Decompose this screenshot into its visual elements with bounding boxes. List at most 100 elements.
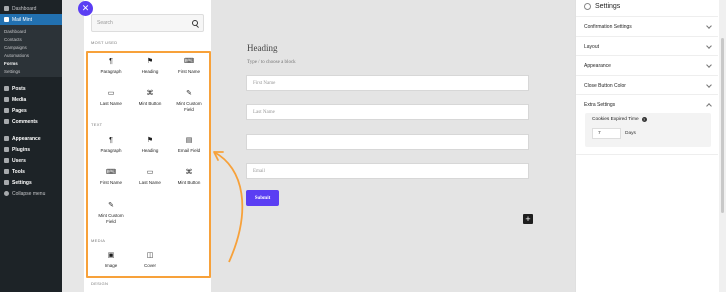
- block-mint-custom-field[interactable]: ✎ Mint Custom Field: [171, 85, 207, 115]
- block-mint-button[interactable]: ⌘ Mint Button: [132, 85, 168, 115]
- close-inserter-button[interactable]: ✕: [78, 1, 93, 16]
- mint-button-icon: ⌘: [146, 89, 154, 97]
- edit-field-icon: ✎: [186, 89, 192, 97]
- cover-icon: ◫: [146, 251, 154, 259]
- email-field[interactable]: Email: [246, 163, 529, 179]
- settings-scrollbar[interactable]: [719, 0, 726, 292]
- plus-icon: +: [525, 214, 531, 224]
- menu-plugins[interactable]: Plugins: [0, 144, 62, 155]
- gear-icon: [584, 2, 591, 10]
- settings-icon: [4, 180, 9, 185]
- menu-mail-mint[interactable]: Mail Mint: [0, 14, 62, 25]
- section-extra-settings[interactable]: Extra Settings: [576, 94, 718, 114]
- cookie-expire-unit: Days: [625, 131, 636, 136]
- block-first-name[interactable]: ⌨ First Name: [171, 53, 207, 83]
- submit-button[interactable]: Submit: [246, 190, 279, 206]
- block-mint-button-text[interactable]: ⌘ Mint Button: [171, 164, 207, 194]
- mail-mint-icon: [4, 17, 9, 22]
- block-image[interactable]: ▣ Image: [93, 247, 129, 277]
- block-heading-text[interactable]: ⚑ Heading: [132, 132, 168, 162]
- form-paragraph-placeholder[interactable]: Type / to choose a block: [247, 60, 296, 65]
- users-icon: [4, 158, 9, 163]
- settings-header: Settings: [584, 0, 620, 12]
- brush-icon: [4, 136, 9, 141]
- form-heading[interactable]: Heading: [247, 43, 278, 53]
- menu-settings[interactable]: Settings: [0, 177, 62, 188]
- dashboard-icon: [4, 6, 9, 11]
- menu-posts[interactable]: Posts: [0, 83, 62, 94]
- close-icon: ✕: [81, 3, 90, 13]
- keyboard-icon: ⌨: [183, 57, 195, 65]
- chevron-down-icon: [706, 61, 712, 68]
- category-text: TEXT: [91, 122, 103, 127]
- chevron-down-icon: [706, 22, 712, 29]
- block-email-field[interactable]: ▤ Email Field: [171, 132, 207, 162]
- block-search-input[interactable]: Search: [91, 14, 204, 32]
- pin-icon: [4, 86, 9, 91]
- block-heading[interactable]: ⚑ Heading: [132, 53, 168, 83]
- cookie-expire-setting: Cookies Expired Time? 7 Days: [585, 113, 711, 147]
- section-close-button-color[interactable]: Close Button Color: [576, 75, 718, 95]
- block-paragraph[interactable]: ¶ Paragraph: [93, 53, 129, 83]
- block-first-name-text[interactable]: ⌨ First Name: [93, 164, 129, 194]
- cookie-expire-label: Cookies Expired Time?: [592, 117, 647, 122]
- comments-icon: [4, 119, 9, 124]
- search-icon: [192, 20, 198, 26]
- mail-mint-submenu: Dashboard Contacts Campaigns Automations…: [0, 25, 62, 77]
- scrollbar-thumb[interactable]: [721, 38, 724, 213]
- paragraph-icon: ¶: [109, 57, 113, 65]
- menu-pages[interactable]: Pages: [0, 105, 62, 116]
- wp-admin-sidebar: Dashboard Mail Mint Dashboard Contacts C…: [0, 0, 62, 292]
- category-media: MEDIA: [91, 238, 106, 243]
- cookie-expire-input[interactable]: 7: [592, 128, 621, 139]
- menu-media[interactable]: Media: [0, 94, 62, 105]
- mint-button-icon: ⌘: [185, 168, 193, 176]
- menu-tools[interactable]: Tools: [0, 166, 62, 177]
- menu-collapse[interactable]: Collapse menu: [0, 188, 62, 199]
- card-icon: ▭: [146, 168, 154, 176]
- category-most-used: MOST USED: [91, 40, 118, 45]
- bookmark-icon: ⚑: [146, 57, 154, 65]
- editor-screen: Dashboard Mail Mint Dashboard Contacts C…: [0, 0, 726, 292]
- bookmark-icon: ⚑: [146, 136, 154, 144]
- block-last-name-text[interactable]: ▭ Last Name: [132, 164, 168, 194]
- help-icon[interactable]: ?: [641, 117, 647, 122]
- image-icon: ▣: [107, 251, 115, 259]
- last-name-field[interactable]: Last Name: [246, 104, 529, 120]
- paragraph-icon: ¶: [109, 136, 113, 144]
- media-icon: [4, 97, 9, 102]
- block-mint-custom-field-text[interactable]: ✎ Mint Custom Field: [93, 197, 129, 227]
- submenu-contacts[interactable]: Contacts: [0, 35, 62, 43]
- category-design: DESIGN: [91, 281, 109, 286]
- add-block-button[interactable]: +: [523, 214, 533, 224]
- wrench-icon: [4, 169, 9, 174]
- keyboard-icon: ⌨: [105, 168, 117, 176]
- collapse-icon: [4, 191, 9, 196]
- card-icon: ▭: [107, 89, 115, 97]
- menu-dashboard[interactable]: Dashboard: [0, 3, 62, 14]
- chevron-down-icon: [706, 42, 712, 49]
- block-last-name[interactable]: ▭ Last Name: [93, 85, 129, 115]
- section-layout[interactable]: Layout: [576, 36, 718, 56]
- menu-comments[interactable]: Comments: [0, 116, 62, 127]
- chevron-up-icon: [706, 102, 712, 109]
- section-divider: [576, 154, 718, 155]
- submenu-automations[interactable]: Automations: [0, 51, 62, 59]
- submenu-forms[interactable]: Forms: [0, 59, 62, 67]
- page-icon: [4, 108, 9, 113]
- menu-appearance[interactable]: Appearance: [0, 133, 62, 144]
- settings-panel: Settings Confirmation Settings Layout Ap…: [575, 0, 726, 292]
- plugin-icon: [4, 147, 9, 152]
- block-paragraph-text[interactable]: ¶ Paragraph: [93, 132, 129, 162]
- empty-field[interactable]: [246, 134, 529, 150]
- section-appearance[interactable]: Appearance: [576, 55, 718, 75]
- section-confirmation-settings[interactable]: Confirmation Settings: [576, 16, 718, 36]
- email-field-icon: ▤: [185, 136, 193, 144]
- first-name-field[interactable]: First Name: [246, 75, 529, 91]
- menu-users[interactable]: Users: [0, 155, 62, 166]
- block-cover[interactable]: ◫ Cover: [132, 247, 168, 277]
- submenu-campaigns[interactable]: Campaigns: [0, 43, 62, 51]
- submenu-dashboard[interactable]: Dashboard: [0, 27, 62, 35]
- edit-field-icon: ✎: [108, 201, 114, 209]
- submenu-settings[interactable]: Settings: [0, 67, 62, 75]
